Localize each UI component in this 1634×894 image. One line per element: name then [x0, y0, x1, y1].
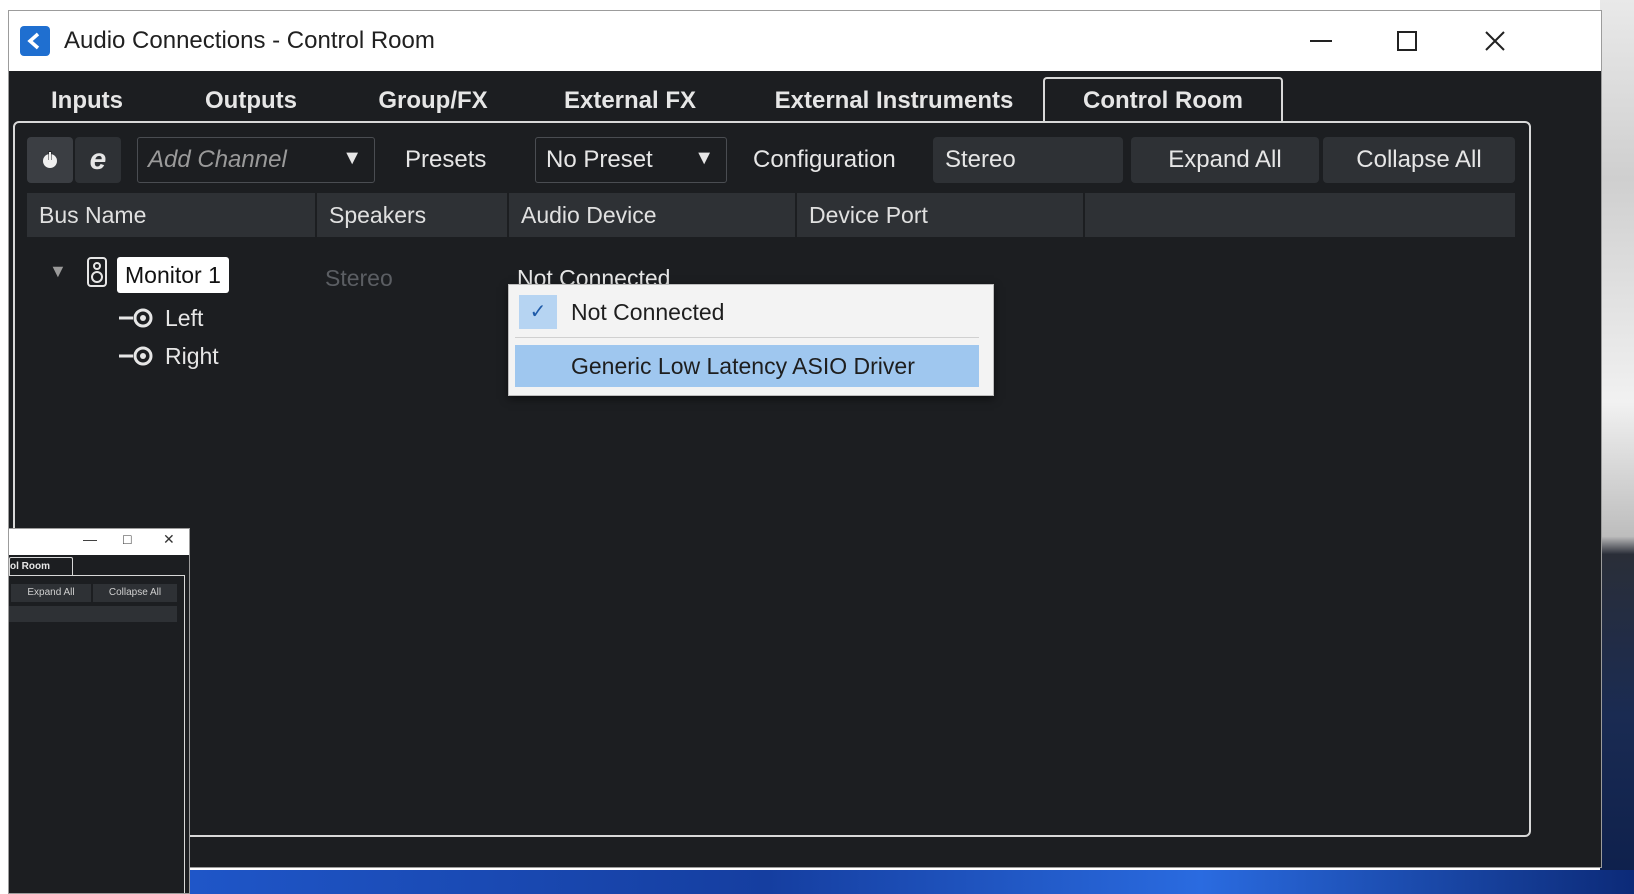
menu-divider: [515, 337, 979, 338]
column-header-device-port[interactable]: Device Port: [797, 193, 1085, 237]
close-button[interactable]: [1451, 11, 1539, 71]
connections-panel: e Add Channel ▼ Presets No Preset ▼ Conf…: [13, 121, 1531, 837]
e-icon: e: [89, 143, 107, 176]
check-icon: ✓: [519, 295, 557, 329]
configuration-label: Configuration: [753, 146, 896, 173]
bus-name-field[interactable]: Monitor 1: [117, 257, 229, 293]
mini-panel: Expand All Collapse All: [9, 575, 185, 893]
mini-minimize-button[interactable]: —: [83, 531, 97, 547]
menu-item-label: Generic Low Latency ASIO Driver: [571, 353, 915, 379]
tab-inputs[interactable]: Inputs: [39, 85, 135, 117]
speakers-value: Stereo: [325, 265, 393, 291]
mini-title-bar: — □ ✕: [9, 529, 189, 555]
edit-button[interactable]: e: [75, 137, 121, 183]
audio-device-menu: ✓ Not Connected Generic Low Latency ASIO…: [508, 284, 994, 396]
preset-value: No Preset: [546, 146, 653, 173]
channel-port-icon: [119, 307, 159, 334]
tab-external-fx[interactable]: External FX: [555, 85, 705, 117]
configuration-field[interactable]: Stereo: [933, 137, 1123, 183]
audio-connections-window: Audio Connections - Control Room Inputs …: [8, 10, 1602, 868]
column-header-row: Bus Name Speakers Audio Device Device Po…: [27, 193, 1515, 237]
add-channel-placeholder: Add Channel: [148, 146, 287, 173]
power-icon: [43, 151, 57, 168]
add-channel-dropdown[interactable]: Add Channel ▼: [137, 137, 375, 183]
channel-port-icon: [119, 345, 159, 372]
mini-expand-all-button[interactable]: Expand All: [11, 584, 91, 602]
mini-maximize-button[interactable]: □: [123, 531, 131, 547]
column-header-audio-device[interactable]: Audio Device: [509, 193, 797, 237]
desktop-background-right: [1600, 0, 1634, 894]
tab-external-instruments[interactable]: External Instruments: [761, 85, 1027, 117]
channel-right-label: Right: [165, 343, 219, 369]
maximize-button[interactable]: [1363, 11, 1451, 71]
mini-tab-control-room[interactable]: ol Room: [9, 557, 73, 576]
mini-close-button[interactable]: ✕: [163, 531, 175, 548]
menu-item-not-connected[interactable]: ✓ Not Connected: [515, 291, 979, 333]
channel-left-label: Left: [165, 305, 204, 331]
speaker-icon: [87, 257, 107, 292]
title-bar: Audio Connections - Control Room: [9, 11, 1601, 71]
column-header-speakers[interactable]: Speakers: [317, 193, 509, 237]
desktop-background-bottom: [190, 870, 1634, 894]
toolbar: e Add Channel ▼ Presets No Preset ▼ Conf…: [15, 123, 1529, 193]
expand-all-button[interactable]: Expand All: [1131, 137, 1319, 183]
window-title: Audio Connections - Control Room: [64, 27, 435, 54]
power-button[interactable]: [27, 137, 73, 183]
presets-label: Presets: [405, 146, 487, 173]
preset-dropdown[interactable]: No Preset ▼: [535, 137, 727, 183]
background-window-thumbnail: — □ ✕ ol Room Expand All Collapse All: [8, 528, 190, 894]
mini-header-row: [9, 606, 177, 622]
menu-item-label: Not Connected: [571, 299, 725, 325]
tab-outputs[interactable]: Outputs: [195, 85, 307, 117]
mini-collapse-all-button[interactable]: Collapse All: [93, 584, 177, 602]
menu-item-generic-asio-driver[interactable]: Generic Low Latency ASIO Driver: [515, 345, 979, 387]
tab-group-fx[interactable]: Group/FX: [365, 85, 501, 117]
column-header-bus-name[interactable]: Bus Name: [27, 193, 317, 237]
minimize-button[interactable]: [1277, 11, 1365, 71]
configuration-value: Stereo: [945, 146, 1016, 173]
chevron-down-icon: ▼: [694, 147, 714, 169]
collapse-all-button[interactable]: Collapse All: [1323, 137, 1515, 183]
chevron-down-icon: ▼: [342, 147, 362, 169]
expand-toggle-icon[interactable]: ▼: [49, 261, 67, 282]
app-logo-icon: [20, 26, 50, 56]
